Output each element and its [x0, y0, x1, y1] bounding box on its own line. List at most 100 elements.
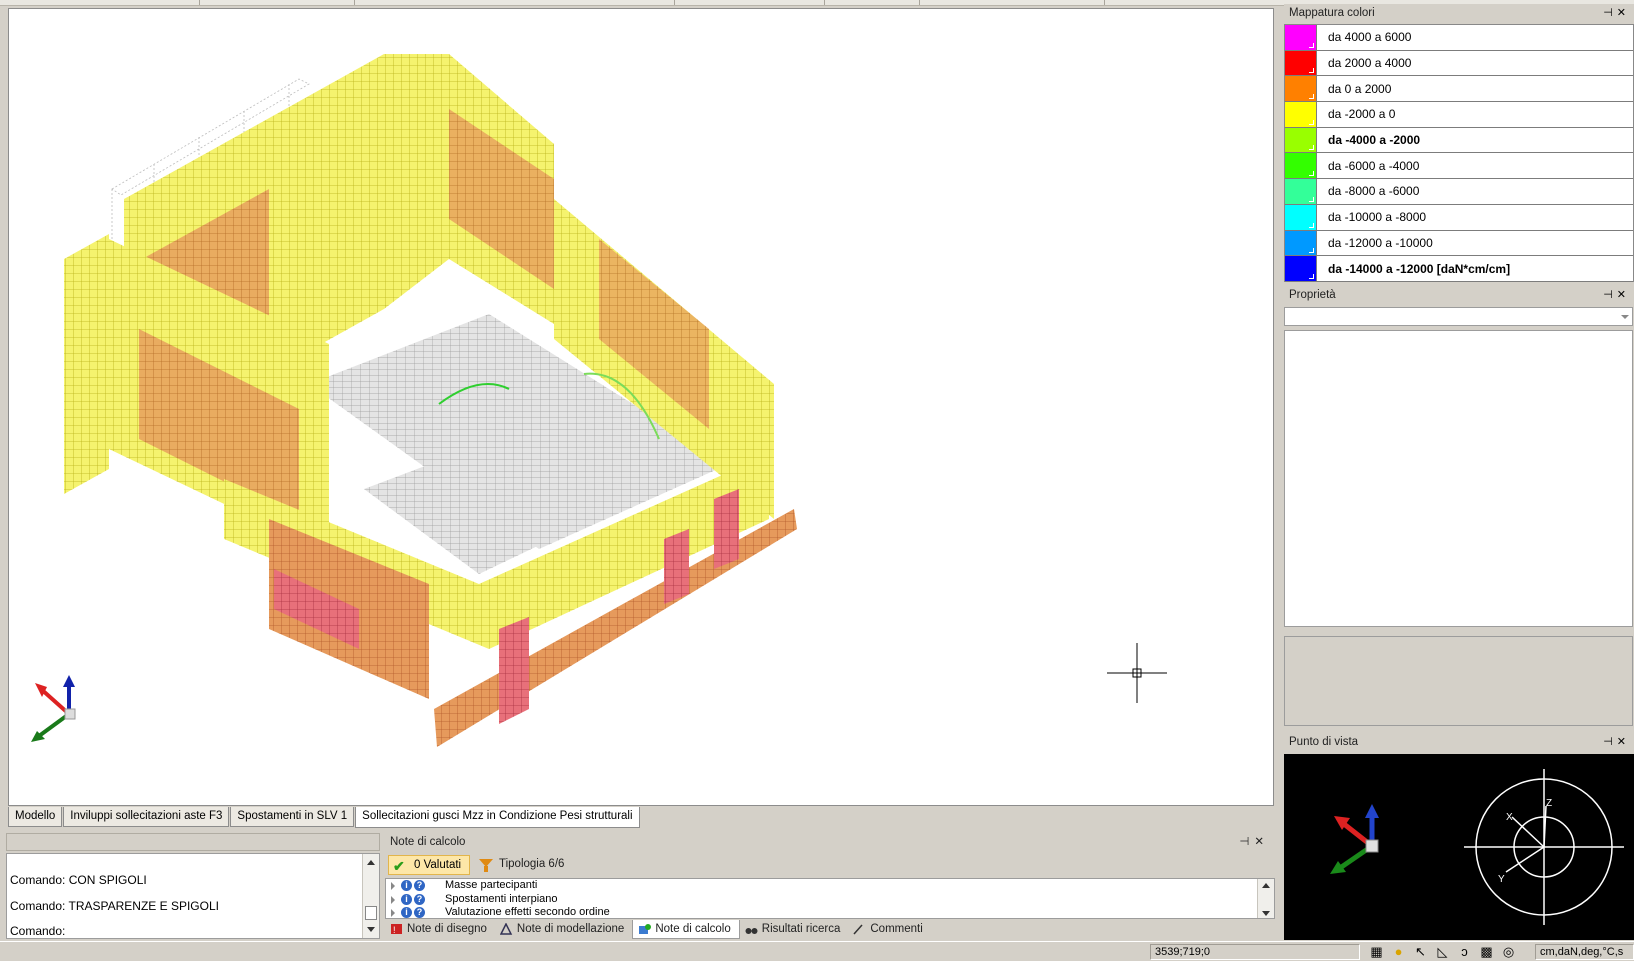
chevron-down-icon: [1621, 315, 1629, 319]
zoom-icon[interactable]: ◎: [1500, 943, 1517, 960]
command-header: [6, 833, 380, 851]
color-swatch[interactable]: [1285, 50, 1317, 76]
legend-row[interactable]: da -12000 a -10000: [1285, 230, 1633, 257]
expand-icon[interactable]: [391, 882, 395, 890]
model-viewport[interactable]: [8, 8, 1274, 806]
properties-selector[interactable]: [1284, 307, 1633, 326]
close-icon[interactable]: ✕: [1617, 289, 1630, 301]
binoculars-icon: [745, 928, 758, 934]
axis-triad-icon: [31, 675, 76, 742]
select-icon[interactable]: ↖: [1412, 943, 1429, 960]
drawing-note-icon: !: [391, 924, 402, 935]
command-line-1: Comando: CON SPIGOLI: [10, 873, 147, 887]
tab-risultati-ricerca[interactable]: Risultati ricerca: [740, 920, 849, 939]
command-scrollbar[interactable]: [362, 854, 379, 938]
scroll-thumb[interactable]: [365, 906, 377, 920]
color-swatch[interactable]: [1285, 127, 1317, 153]
legend-range-label: da 4000 a 6000: [1328, 30, 1412, 45]
notes-list[interactable]: i ? Masse partecipanti i ? Spostamenti i…: [385, 878, 1275, 919]
scroll-up-icon[interactable]: [367, 860, 375, 865]
tab-inviluppi[interactable]: Inviluppi sollecitazioni aste F3: [63, 807, 230, 827]
expand-icon[interactable]: [391, 895, 395, 904]
legend-row[interactable]: da -6000 a -4000: [1285, 153, 1633, 180]
notes-toolbar: ✔ 0 Valutati Tipologia 6/6: [385, 853, 1275, 877]
layers-icon[interactable]: ▦: [1368, 943, 1385, 960]
status-icons: ▦ ● ↖ ◺ ↄ ▩ ◎: [1368, 943, 1517, 960]
tab-note-modellazione[interactable]: Note di modellazione: [495, 920, 632, 939]
properties-grid[interactable]: [1284, 330, 1633, 627]
notes-scrollbar[interactable]: [1257, 879, 1274, 918]
color-swatch[interactable]: [1285, 153, 1317, 179]
help-icon: ?: [414, 907, 425, 918]
viewpoint-panel-header: Punto di vista ⊣✕: [1284, 733, 1634, 752]
legend-row[interactable]: da 4000 a 6000: [1285, 25, 1633, 51]
pin-icon[interactable]: ⊣: [1603, 289, 1617, 301]
tab-label: Commenti: [870, 923, 923, 935]
command-prompt[interactable]: Comando:: [10, 924, 65, 938]
expand-icon[interactable]: [391, 909, 395, 917]
legend-row[interactable]: da -2000 a 0: [1285, 102, 1633, 128]
legend-row[interactable]: da -14000 a -12000 [daN*cm/cm]: [1285, 256, 1633, 282]
scroll-down-icon[interactable]: [1262, 911, 1270, 916]
command-history[interactable]: Comando: CON SPIGOLI Comando: TRASPARENZ…: [6, 853, 380, 939]
grid-icon[interactable]: ▩: [1478, 943, 1495, 960]
legend-row[interactable]: da -10000 a -8000: [1285, 204, 1633, 231]
list-item[interactable]: i ? Valutazione effetti secondo ordine: [386, 906, 1274, 918]
tab-note-disegno[interactable]: ! Note di disegno: [385, 920, 495, 939]
color-swatch[interactable]: [1285, 25, 1317, 50]
legend-range-label: da -12000 a -10000: [1328, 235, 1433, 250]
properties-panel-header: Proprietà ⊣✕: [1284, 286, 1634, 305]
check-icon: ✔: [393, 858, 405, 874]
tab-note-calcolo[interactable]: Note di calcolo: [632, 920, 740, 939]
status-bar: 3539;719;0 ▦ ● ↖ ◺ ↄ ▩ ◎ cm,daN,deg,°C,s: [0, 941, 1634, 961]
pin-icon[interactable]: ⊣: [1603, 736, 1617, 748]
tipologia-filter-button[interactable]: Tipologia 6/6: [477, 855, 564, 875]
close-icon[interactable]: ✕: [1617, 736, 1630, 748]
legend-row[interactable]: da -4000 a -2000: [1285, 127, 1633, 154]
color-swatch[interactable]: [1285, 204, 1317, 230]
note-label: Valutazione effetti secondo ordine: [445, 906, 610, 918]
snap-icon[interactable]: ↄ: [1456, 943, 1473, 960]
tab-sollecitazioni-gusci[interactable]: Sollecitazioni gusci Mzz in Condizione P…: [355, 807, 640, 828]
notes-panel-header: Note di calcolo ⊣✕: [385, 833, 1275, 851]
crosshair-cursor: [1107, 643, 1167, 703]
color-swatch[interactable]: [1285, 230, 1317, 256]
tab-label: Note di disegno: [407, 923, 487, 935]
close-icon[interactable]: ✕: [1617, 7, 1630, 19]
help-icon: ?: [414, 893, 425, 905]
tab-modello[interactable]: Modello: [8, 807, 63, 827]
orientation-compass-icon[interactable]: [1464, 769, 1624, 925]
tab-spostamenti[interactable]: Spostamenti in SLV 1: [230, 807, 355, 827]
notes-tabs: ! Note di disegno Note di modellazione N…: [385, 920, 1275, 940]
properties-description: [1284, 636, 1633, 726]
list-item[interactable]: i ? Spostamenti interpiano: [386, 893, 1274, 907]
color-swatch[interactable]: [1285, 256, 1317, 281]
viewpoint-pane[interactable]: X Y Z: [1284, 754, 1634, 940]
valutati-filter-button[interactable]: ✔ 0 Valutati: [388, 855, 470, 875]
ortho-icon[interactable]: ◺: [1434, 943, 1451, 960]
units-readout: cm,daN,deg,°C,s: [1535, 944, 1634, 960]
color-swatch[interactable]: [1285, 179, 1317, 204]
close-icon[interactable]: ✕: [1254, 836, 1269, 848]
properties-title: Proprietà: [1289, 289, 1336, 301]
pin-icon[interactable]: ⊣: [1603, 7, 1617, 19]
color-legend: da 4000 a 6000 da 2000 a 4000 da 0 a 2000 d…: [1284, 24, 1634, 282]
svg-text:!: !: [393, 925, 396, 935]
tab-label: Risultati ricerca: [761, 923, 841, 935]
legend-row[interactable]: da 0 a 2000: [1285, 76, 1633, 103]
scroll-down-icon[interactable]: [367, 927, 375, 932]
tab-label: Note di modellazione: [516, 923, 625, 935]
legend-row[interactable]: da -8000 a -6000: [1285, 179, 1633, 205]
tab-commenti[interactable]: Commenti: [848, 920, 930, 939]
color-swatch[interactable]: [1285, 76, 1317, 102]
note-label: Masse partecipanti: [445, 879, 538, 891]
shell-stress-model[interactable]: [9, 9, 1274, 806]
color-swatch[interactable]: [1285, 102, 1317, 127]
info-icon: i: [401, 907, 412, 918]
lightbulb-icon[interactable]: ●: [1390, 943, 1407, 960]
scroll-up-icon[interactable]: [1262, 883, 1270, 888]
column-red-1: [499, 617, 529, 724]
legend-row[interactable]: da 2000 a 4000: [1285, 50, 1633, 77]
list-item[interactable]: i ? Masse partecipanti: [386, 879, 1274, 893]
pin-icon[interactable]: ⊣: [1239, 836, 1254, 848]
